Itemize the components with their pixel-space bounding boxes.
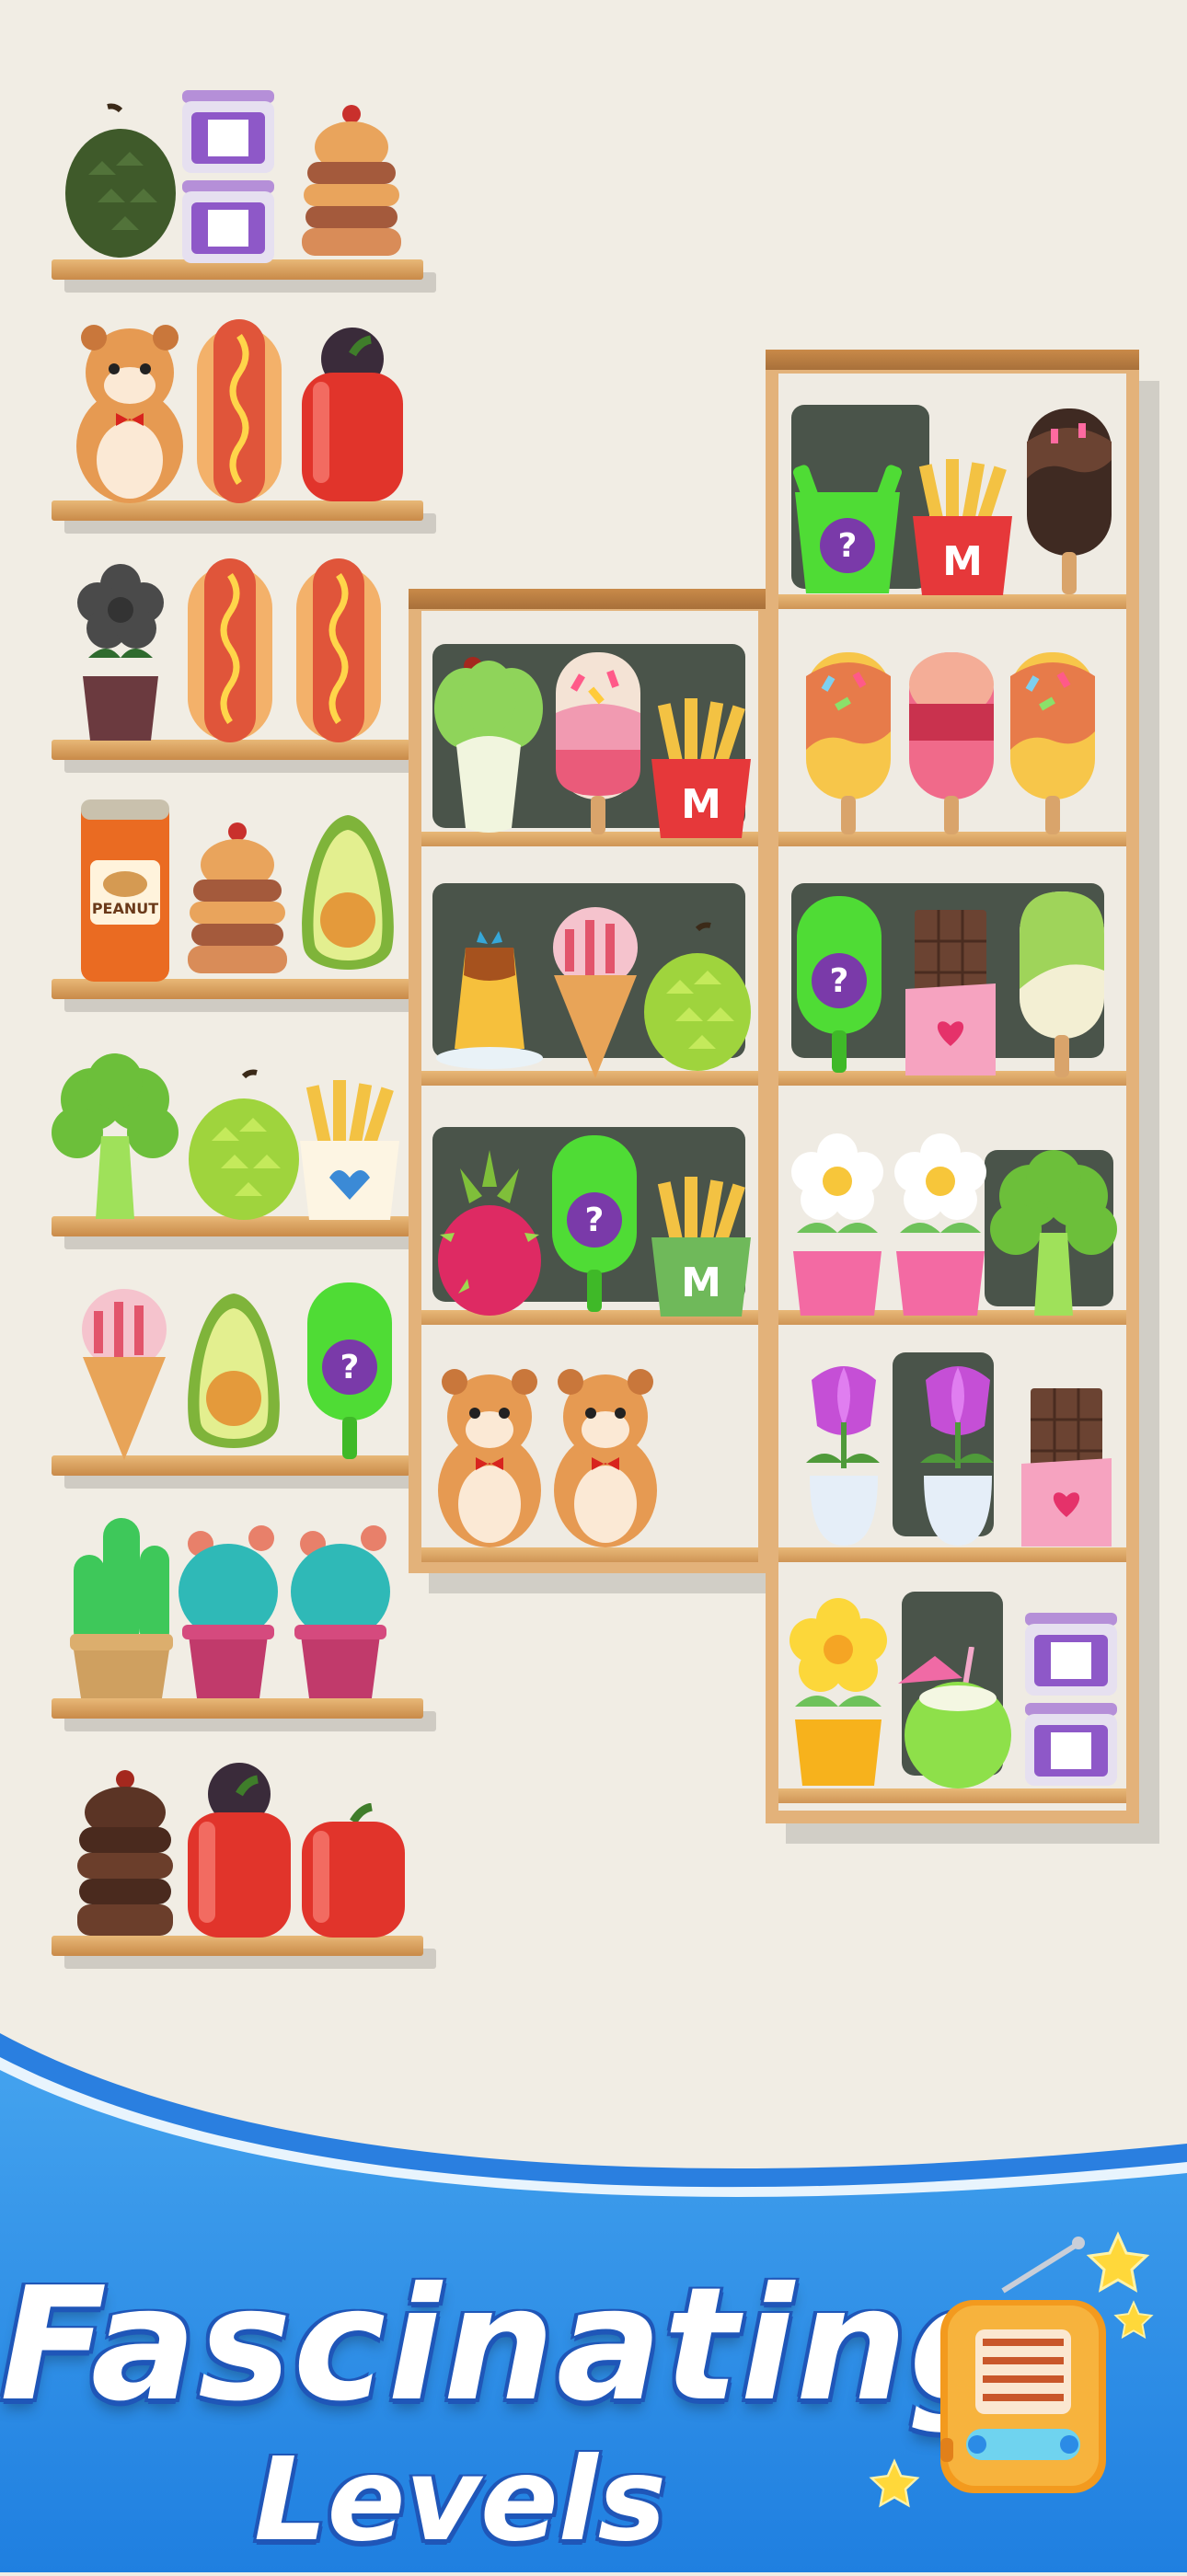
question-mark: ? bbox=[838, 527, 858, 565]
sugar-jar-stack-icon[interactable] bbox=[1023, 1605, 1119, 1789]
peanut-label: PEANUT bbox=[92, 900, 158, 917]
ice-cream-cone-icon[interactable] bbox=[545, 902, 646, 1081]
mystery-popsicle-icon[interactable]: ? bbox=[793, 892, 885, 1081]
red-pepper-icon[interactable] bbox=[296, 1803, 410, 1941]
flowering-cactus-icon[interactable] bbox=[173, 1518, 283, 1702]
hotdog-icon[interactable] bbox=[291, 557, 386, 745]
coconut-drink-icon[interactable] bbox=[889, 1647, 1027, 1789]
fries-icon[interactable]: M bbox=[644, 695, 758, 842]
broccoli-icon[interactable] bbox=[46, 1053, 184, 1224]
mystery-popsicle-icon[interactable]: ? bbox=[548, 1132, 640, 1320]
dragon-fruit-icon[interactable] bbox=[432, 1150, 547, 1320]
tulip-pot-icon[interactable] bbox=[907, 1362, 1008, 1550]
cactus-icon[interactable] bbox=[66, 1509, 177, 1702]
chocolate-bar-icon[interactable] bbox=[1016, 1385, 1117, 1550]
question-mark: ? bbox=[585, 1202, 605, 1239]
star-icon bbox=[1113, 2300, 1154, 2340]
question-mark: ? bbox=[340, 1349, 360, 1386]
mystery-fries-icon[interactable]: ? bbox=[788, 455, 907, 598]
fries-logo: M bbox=[681, 781, 721, 828]
pudding-icon[interactable] bbox=[432, 920, 547, 1076]
mystery-popsicle-icon[interactable]: ? bbox=[304, 1279, 396, 1463]
ice-cream-cone-icon[interactable] bbox=[74, 1283, 175, 1463]
daisy-pot-icon[interactable] bbox=[887, 1132, 994, 1320]
burger-stack-icon[interactable] bbox=[180, 819, 294, 984]
cabinet-shelf bbox=[778, 1788, 1126, 1803]
potted-flower-icon[interactable] bbox=[70, 557, 171, 745]
fries-icon[interactable]: M bbox=[644, 1173, 758, 1320]
sugar-jar-stack-icon[interactable] bbox=[177, 83, 280, 267]
fries-logo: M bbox=[942, 538, 983, 585]
fries-icon[interactable] bbox=[293, 1076, 407, 1224]
red-pepper-icon[interactable] bbox=[182, 1757, 296, 1941]
cabinet-top bbox=[766, 350, 1139, 370]
question-mark: ? bbox=[830, 962, 849, 1000]
avocado-icon[interactable] bbox=[291, 810, 405, 984]
chocolate-cake-icon[interactable] bbox=[70, 1766, 180, 1941]
avocado-icon[interactable] bbox=[177, 1288, 291, 1463]
peanut-can-icon[interactable]: PEANUT bbox=[77, 796, 173, 984]
game-board: PEANUT ? M ? M ? M ? bbox=[0, 0, 1187, 2061]
matcha-popsicle-icon[interactable] bbox=[1016, 888, 1108, 1081]
cabinet-top bbox=[409, 589, 771, 609]
red-pepper-icon[interactable] bbox=[293, 317, 412, 506]
bok-choy-icon[interactable] bbox=[429, 653, 548, 837]
broccoli-icon[interactable] bbox=[985, 1150, 1123, 1320]
hamster-icon[interactable] bbox=[548, 1362, 663, 1550]
chocolate-bar-icon[interactable] bbox=[900, 906, 1001, 1081]
burger-stack-icon[interactable] bbox=[294, 101, 409, 267]
chocolate-popsicle-icon[interactable] bbox=[1023, 405, 1115, 598]
hotdog-icon[interactable] bbox=[191, 317, 287, 506]
sprinkle-popsicle-icon[interactable] bbox=[802, 649, 894, 837]
durian-icon[interactable] bbox=[640, 920, 755, 1076]
durian-icon[interactable] bbox=[184, 1067, 304, 1224]
banner-subtitle: Levels bbox=[254, 2433, 666, 2567]
star-icon bbox=[869, 2458, 920, 2510]
flowering-cactus-icon[interactable] bbox=[285, 1518, 396, 1702]
sprinkle-popsicle-icon[interactable] bbox=[552, 649, 644, 837]
daisy-pot-icon[interactable] bbox=[784, 1132, 891, 1320]
hamster-icon[interactable] bbox=[70, 317, 190, 506]
hamster-icon[interactable] bbox=[432, 1362, 547, 1550]
banner-title: Fascinating bbox=[0, 2254, 1023, 2436]
star-icon bbox=[1086, 2231, 1150, 2295]
fries-icon[interactable]: M bbox=[905, 455, 1020, 598]
yellow-flower-pot-icon[interactable] bbox=[784, 1596, 893, 1789]
tulip-pot-icon[interactable] bbox=[793, 1362, 894, 1550]
durian-icon[interactable] bbox=[61, 101, 180, 262]
strawberry-popsicle-icon[interactable] bbox=[905, 649, 997, 837]
hotdog-icon[interactable] bbox=[182, 557, 278, 745]
fries-logo: M bbox=[681, 1259, 721, 1306]
sprinkle-popsicle-icon[interactable] bbox=[1007, 649, 1099, 837]
